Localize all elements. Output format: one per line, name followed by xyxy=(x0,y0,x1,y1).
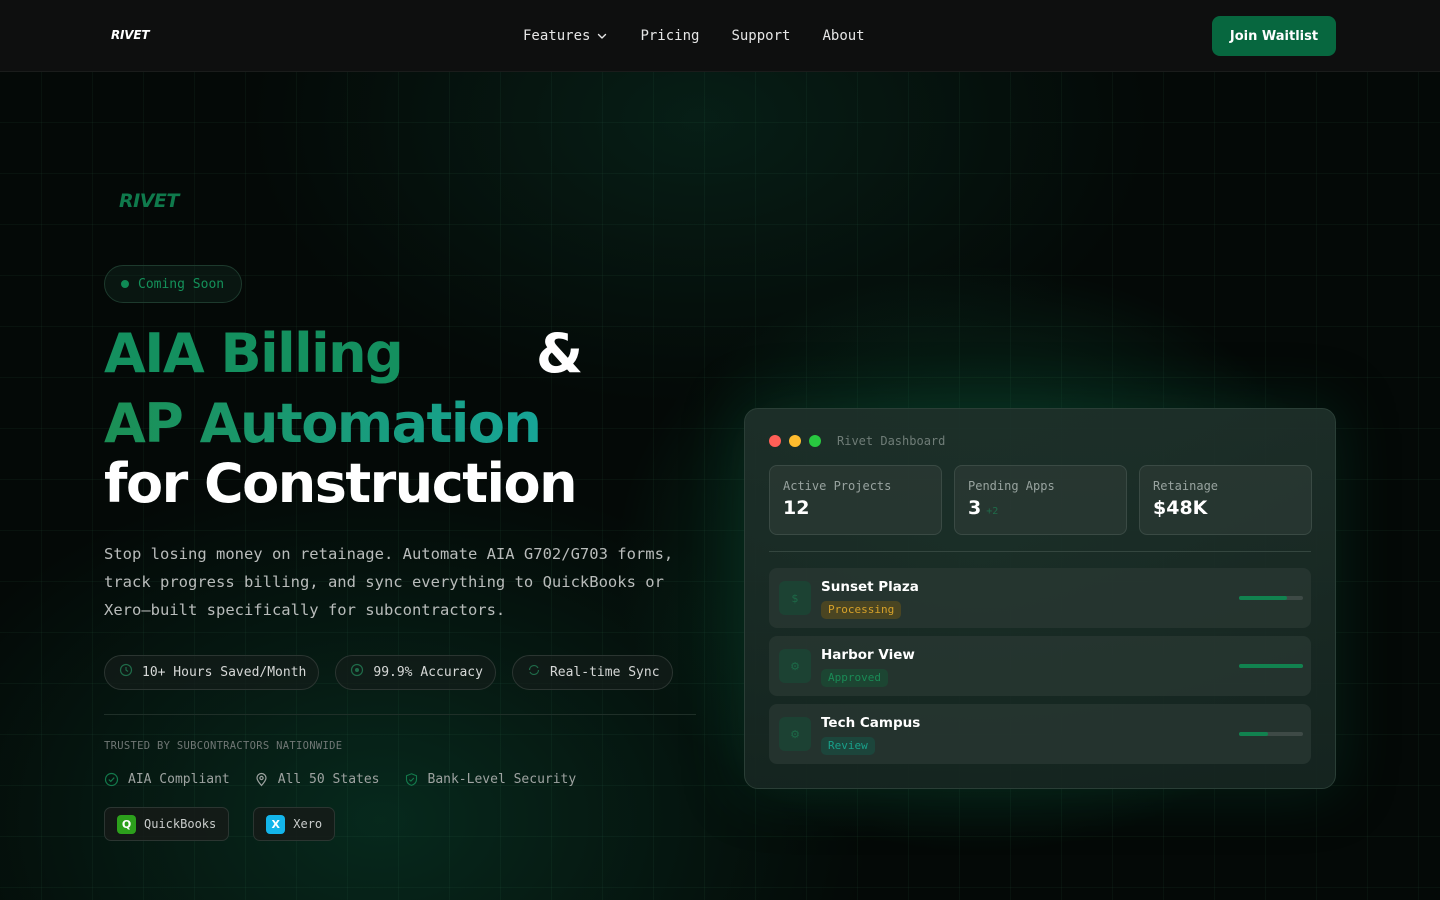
minimize-dot-icon xyxy=(789,435,801,447)
status-dot-icon xyxy=(121,280,129,288)
metric-value: 3 +2 xyxy=(968,497,998,519)
project-name: Tech Campus xyxy=(821,715,921,731)
stat-pill-sync: Real-time Sync xyxy=(511,655,673,690)
project-row[interactable]: ⚙ Harbor View Approved xyxy=(769,636,1311,696)
window-controls xyxy=(769,435,829,447)
nav-link-support[interactable]: Support xyxy=(731,28,790,44)
stat-label: Real-time Sync xyxy=(549,665,660,680)
nav-link-features-label: Features xyxy=(523,28,591,44)
metric-value: $48K xyxy=(1153,497,1207,519)
check-label: All 50 States xyxy=(277,772,380,787)
stat-pill-hours: 10+ Hours Saved/Month xyxy=(104,655,320,690)
progress-fill xyxy=(1239,596,1287,600)
badge-label: Coming Soon xyxy=(138,276,225,292)
shield-check-icon xyxy=(405,773,417,786)
xero-logo-icon: X xyxy=(266,814,286,834)
metric-label: Retainage xyxy=(1153,479,1219,493)
progress-fill xyxy=(1239,732,1268,736)
stat-label: 10+ Hours Saved/Month xyxy=(142,665,307,680)
check-all-states: All 50 States xyxy=(254,772,380,787)
dashboard-divider xyxy=(769,551,1311,552)
project-name: Sunset Plaza xyxy=(821,579,919,595)
building-icon: ⚙ xyxy=(779,717,811,751)
trusted-label: TRUSTED BY SUBCONTRACTORS NATIONWIDE xyxy=(104,740,343,752)
integration-xero: X Xero xyxy=(253,807,336,841)
check-circle-icon xyxy=(104,772,119,787)
building-icon: ⚙ xyxy=(779,649,811,683)
metric-delta: +2 xyxy=(986,506,999,517)
nav-link-pricing[interactable]: Pricing xyxy=(640,28,699,44)
coming-soon-badge: Coming Soon xyxy=(104,265,242,303)
top-nav: RIVET Features Pricing Support About Joi… xyxy=(0,0,1440,72)
trust-checks: AIA Compliant All 50 States Bank-Level S… xyxy=(104,772,600,787)
sync-icon xyxy=(528,664,540,675)
quickbooks-logo-icon: Q xyxy=(117,814,136,834)
metric-number: 12 xyxy=(783,497,810,519)
target-icon xyxy=(351,663,364,676)
integrations: Q QuickBooks X Xero xyxy=(104,807,359,841)
headline-ampersand: & xyxy=(536,322,583,385)
nav-logo[interactable]: RIVET xyxy=(111,28,150,42)
dashboard-title: Rivet Dashboard xyxy=(837,434,946,448)
maximize-dot-icon xyxy=(809,435,821,447)
check-aia-compliant: AIA Compliant xyxy=(104,772,230,787)
project-name: Harbor View xyxy=(821,647,915,663)
section-divider xyxy=(104,714,696,715)
clock-icon xyxy=(119,663,133,676)
project-row[interactable]: ⚙ Tech Campus Review xyxy=(769,704,1311,764)
check-label: AIA Compliant xyxy=(128,772,230,787)
progress-fill xyxy=(1239,664,1303,668)
nav-links: Features Pricing Support About xyxy=(523,0,897,72)
metric-card-active-projects: Active Projects 12 xyxy=(769,465,942,535)
project-list: $ Sunset Plaza Processing ⚙ Harbor View … xyxy=(769,568,1311,772)
metric-value: 12 xyxy=(783,497,809,519)
map-pin-icon xyxy=(256,772,267,787)
progress-bar xyxy=(1239,732,1303,736)
stat-label: 99.9% Accuracy xyxy=(373,665,483,680)
progress-bar xyxy=(1239,664,1303,668)
integration-label: QuickBooks xyxy=(144,817,217,831)
metric-card-pending-apps: Pending Apps 3 +2 xyxy=(954,465,1127,535)
hero-subtitle: Stop losing money on retainage. Automate… xyxy=(104,545,674,619)
metric-card-retainage: Retainage $48K xyxy=(1139,465,1312,535)
status-badge: Approved xyxy=(821,669,888,687)
headline-line-1: AIA Billing xyxy=(104,322,404,385)
check-security: Bank-Level Security xyxy=(404,772,577,787)
project-row[interactable]: $ Sunset Plaza Processing xyxy=(769,568,1311,628)
integration-label: Xero xyxy=(293,817,323,831)
metric-number: $48K xyxy=(1153,497,1208,519)
metric-label: Active Projects xyxy=(783,479,892,493)
stat-pill-accuracy: 99.9% Accuracy xyxy=(335,655,496,690)
dollar-icon: $ xyxy=(779,581,811,615)
metric-cards: Active Projects 12 Pending Apps 3 +2 Reta… xyxy=(769,465,1312,535)
stat-pills: 10+ Hours Saved/Month 99.9% Accuracy Rea… xyxy=(104,655,689,690)
nav-link-about[interactable]: About xyxy=(822,28,864,44)
headline-line-2: AP Automation xyxy=(104,392,542,455)
nav-link-features[interactable]: Features xyxy=(523,28,608,44)
brand-logo: RIVET xyxy=(119,190,179,212)
progress-bar xyxy=(1239,596,1303,600)
status-badge: Review xyxy=(821,737,875,755)
check-label: Bank-Level Security xyxy=(427,772,577,787)
metric-number: 3 xyxy=(968,497,982,519)
dashboard-preview: Rivet Dashboard Active Projects 12 Pendi… xyxy=(744,408,1336,789)
chevron-down-icon xyxy=(598,33,607,39)
join-waitlist-button[interactable]: Join Waitlist xyxy=(1212,16,1336,56)
status-badge: Processing xyxy=(821,601,902,619)
close-dot-icon xyxy=(769,435,781,447)
headline-line-3: for Construction xyxy=(104,452,578,515)
integration-quickbooks: Q QuickBooks xyxy=(104,807,230,841)
metric-label: Pending Apps xyxy=(968,479,1055,493)
